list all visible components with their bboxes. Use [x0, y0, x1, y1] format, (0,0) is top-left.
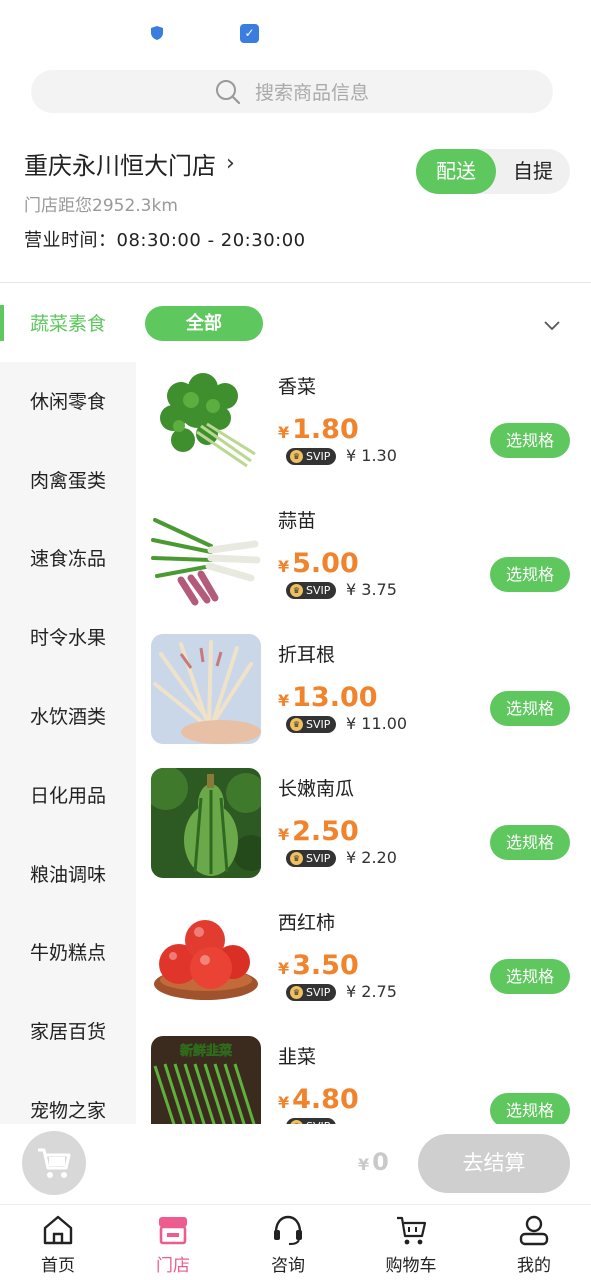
product-item[interactable]: 西红柿 ¥3.50 ♛ SVIP ¥ 2.75 选规格 — [136, 898, 591, 1032]
svip-price: ¥ 2.20 — [346, 848, 397, 867]
shield-icon — [151, 26, 163, 40]
product-price: ¥1.80 — [278, 414, 359, 445]
store-name: 重庆永川恒大门店 — [24, 152, 216, 180]
product-image-coriander — [151, 366, 261, 476]
user-icon — [519, 1215, 549, 1246]
select-spec-button[interactable]: 选规格 — [490, 557, 570, 592]
tab-label: 购物车 — [385, 1256, 437, 1276]
product-price: ¥13.00 — [278, 682, 378, 713]
category-item[interactable]: 水饮酒类 — [0, 697, 136, 737]
category-item[interactable]: 速食冻品 — [0, 539, 136, 579]
product-list: 香菜 ¥1.80 ♛ SVIP ¥ 1.30 选规格 蒜苗 ¥5.00 ♛ SVIP… — [136, 362, 591, 1127]
category-item[interactable]: 休闲零食 — [0, 382, 136, 422]
product-item[interactable]: 蒜苗 ¥5.00 ♛ SVIP ¥ 3.75 选规格 — [136, 496, 591, 630]
cart-total: ¥0 — [358, 1148, 389, 1176]
shopping-cart-icon — [38, 1148, 71, 1178]
product-name: 韭菜 — [278, 1046, 317, 1068]
cart-button[interactable] — [22, 1131, 86, 1195]
crown-icon: ♛ — [290, 852, 303, 865]
store-selector[interactable]: 重庆永川恒大门店 › — [24, 146, 235, 181]
divider — [0, 282, 591, 283]
svip-price: ¥ 3.75 — [346, 580, 397, 599]
filter-chip-all[interactable]: 全部 — [145, 306, 263, 341]
tab-profile[interactable]: 我的 — [484, 1213, 584, 1276]
store-hours: 营业时间：08:30:00 - 20:30:00 — [24, 230, 306, 251]
tab-label: 咨询 — [271, 1256, 305, 1276]
category-item[interactable]: 时令水果 — [0, 618, 136, 658]
tab-label: 我的 — [517, 1256, 551, 1276]
select-spec-button[interactable]: 选规格 — [490, 959, 570, 994]
cart-bar: ¥0 去结算 — [0, 1124, 591, 1204]
product-item[interactable]: 折耳根 ¥13.00 ♛ SVIP ¥ 11.00 选规格 — [136, 630, 591, 764]
store-icon — [159, 1217, 187, 1245]
category-item[interactable]: 牛奶糕点 — [0, 933, 136, 973]
product-image-tomatoes — [151, 902, 261, 1012]
crown-icon: ♛ — [290, 718, 303, 731]
product-image-caption: 新鲜韭菜 — [180, 1043, 232, 1059]
crown-icon: ♛ — [290, 450, 303, 463]
select-spec-button[interactable]: 选规格 — [490, 691, 570, 726]
product-image-long-squash — [151, 768, 261, 878]
product-name: 香菜 — [278, 376, 317, 398]
product-name: 西红柿 — [278, 912, 336, 934]
bottom-tab-bar: 首页 门店 咨询 购物车 我的 — [0, 1204, 591, 1280]
svip-badge: ♛SVIP — [286, 984, 337, 1001]
category-item[interactable]: 家居百货 — [0, 1012, 136, 1052]
checkout-button[interactable]: 去结算 — [418, 1134, 570, 1193]
notification-app-icon: ✓ — [240, 24, 259, 43]
crown-icon: ♛ — [290, 584, 303, 597]
tab-consult[interactable]: 咨询 — [238, 1213, 338, 1276]
category-item[interactable]: 日化用品 — [0, 776, 136, 816]
svip-badge: ♛SVIP — [286, 850, 337, 867]
product-item[interactable]: 香菜 ¥1.80 ♛ SVIP ¥ 1.30 选规格 — [136, 362, 591, 496]
category-item[interactable]: 粮油调味 — [0, 855, 136, 895]
chevron-down-icon[interactable] — [541, 314, 563, 336]
svip-price: ¥ 2.75 — [346, 982, 397, 1001]
tab-cart[interactable]: 购物车 — [361, 1213, 461, 1276]
svip-price: ¥ 1.30 — [346, 446, 397, 465]
headset-icon — [274, 1215, 302, 1245]
delivery-button[interactable]: 配送 — [416, 149, 496, 194]
svip-price: ¥ 11.00 — [346, 714, 408, 733]
product-image-houttuynia-root — [151, 634, 261, 744]
category-item-active[interactable]: 蔬菜素食 — [0, 304, 136, 344]
product-price: ¥4.80 — [278, 1084, 359, 1115]
crown-icon: ♛ — [290, 986, 303, 999]
chevron-right-icon: › — [226, 151, 235, 176]
select-spec-button[interactable]: 选规格 — [490, 423, 570, 458]
product-price: ¥2.50 — [278, 816, 359, 847]
store-distance: 门店距您2952.3km — [24, 196, 178, 216]
svip-badge: ♛SVIP — [286, 716, 337, 733]
cart-icon — [397, 1216, 427, 1245]
category-sidebar: 休闲零食 肉禽蛋类 速食冻品 时令水果 水饮酒类 日化用品 粮油调味 牛奶糕点 … — [0, 362, 136, 1127]
tab-store[interactable]: 门店 — [123, 1213, 223, 1276]
product-name: 蒜苗 — [278, 510, 317, 532]
product-item[interactable]: 新鲜韭菜 韭菜 ¥4.80 ♛SVIP 选规格 — [136, 1032, 591, 1127]
tab-label: 门店 — [156, 1256, 190, 1276]
status-bar: ✓ — [0, 0, 591, 64]
product-item[interactable]: 长嫩南瓜 ¥2.50 ♛ SVIP ¥ 2.20 选规格 — [136, 764, 591, 898]
search-placeholder: 搜索商品信息 — [254, 82, 369, 104]
category-item[interactable]: 肉禽蛋类 — [0, 461, 136, 501]
search-bar[interactable]: 搜索商品信息 — [31, 70, 553, 113]
tab-home[interactable]: 首页 — [8, 1213, 108, 1276]
tab-label: 首页 — [41, 1256, 75, 1276]
product-price: ¥5.00 — [278, 548, 359, 579]
svip-badge: ♛SVIP — [286, 448, 337, 465]
svip-badge: ♛SVIP — [286, 582, 337, 599]
delivery-mode-toggle: 配送 自提 — [416, 149, 570, 194]
home-icon — [43, 1215, 73, 1245]
product-name: 长嫩南瓜 — [278, 778, 355, 800]
product-price: ¥3.50 — [278, 950, 359, 981]
category-item[interactable]: 宠物之家 — [0, 1091, 136, 1127]
select-spec-button[interactable]: 选规格 — [490, 1093, 570, 1127]
product-image-chives: 新鲜韭菜 — [151, 1036, 261, 1127]
pickup-button[interactable]: 自提 — [496, 149, 570, 194]
product-image-garlic-sprouts — [151, 500, 261, 610]
select-spec-button[interactable]: 选规格 — [490, 825, 570, 860]
search-icon — [215, 79, 241, 104]
product-name: 折耳根 — [278, 644, 336, 666]
